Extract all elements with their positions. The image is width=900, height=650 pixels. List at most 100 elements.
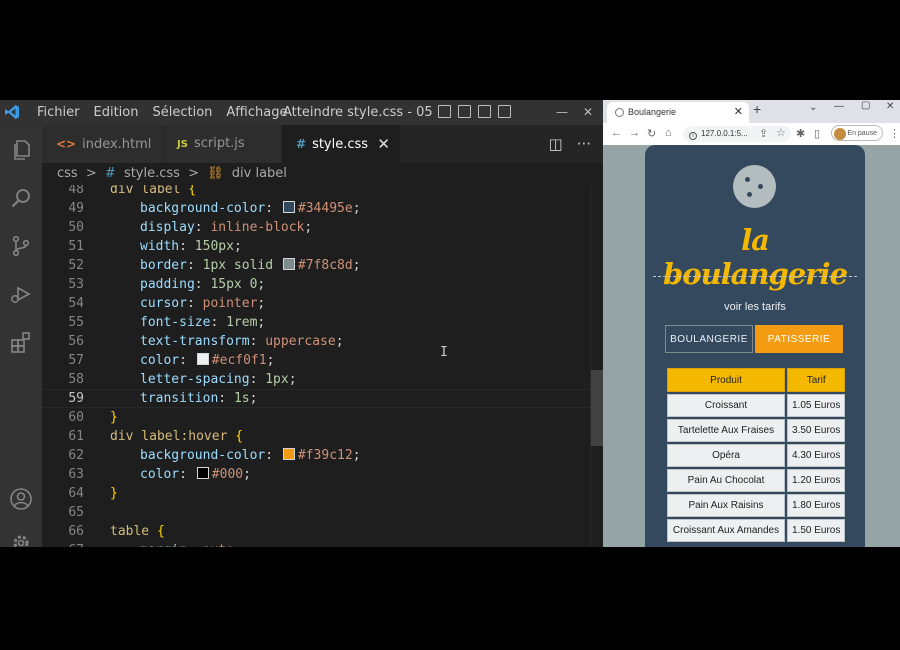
tab-search-icon[interactable]: ⌄ bbox=[809, 102, 817, 113]
code-text: letter-spacing: 1px; bbox=[140, 372, 297, 387]
source-control-icon[interactable] bbox=[0, 226, 42, 266]
accounts-icon[interactable] bbox=[0, 479, 42, 519]
tab-label: index.html bbox=[82, 137, 152, 152]
layout-controls bbox=[438, 105, 511, 118]
code-line[interactable]: 56 text-transform: uppercase; bbox=[42, 332, 590, 351]
code-line[interactable]: 57 color: #ecf0f1; bbox=[42, 351, 590, 370]
color-swatch[interactable] bbox=[282, 201, 295, 213]
minimize-icon[interactable]: — bbox=[550, 100, 574, 125]
code-line[interactable]: 60} bbox=[42, 408, 590, 427]
extensions-puzzle-icon[interactable]: ✱ bbox=[796, 127, 805, 140]
toggle-panel-icon[interactable] bbox=[458, 105, 471, 118]
code-line[interactable]: 67 margin: auto; bbox=[42, 541, 590, 547]
code-text: font-size: 1rem; bbox=[140, 315, 266, 330]
breadcrumb-symbol[interactable]: div label bbox=[232, 166, 287, 181]
close-tab-icon[interactable]: ✕ bbox=[377, 125, 390, 163]
search-icon[interactable] bbox=[0, 178, 42, 218]
code-line[interactable]: 64} bbox=[42, 484, 590, 503]
editor-scrollbar[interactable] bbox=[590, 185, 603, 547]
code-line[interactable]: 55 font-size: 1rem; bbox=[42, 313, 590, 332]
color-swatch[interactable] bbox=[282, 258, 295, 270]
split-editor-icon[interactable]: ◫ bbox=[549, 135, 563, 153]
code-line[interactable]: 59 transition: 1s; bbox=[42, 389, 590, 408]
more-actions-icon[interactable]: ··· bbox=[577, 135, 591, 153]
close-window-icon[interactable]: ✕ bbox=[886, 101, 894, 112]
line-number: 60 bbox=[68, 410, 84, 425]
color-swatch[interactable] bbox=[196, 353, 209, 365]
product-cell: Croissant bbox=[667, 394, 785, 417]
breadcrumb-folder[interactable]: css bbox=[57, 166, 78, 181]
tab-style-css[interactable]: # style.css ✕ bbox=[282, 125, 400, 163]
toggle-secondary-sidebar-icon[interactable] bbox=[478, 105, 491, 118]
line-number: 49 bbox=[68, 201, 84, 216]
profile-button[interactable]: En pause bbox=[831, 125, 883, 141]
menu-fichier[interactable]: Fichier bbox=[30, 100, 87, 125]
header-tarif: Tarif bbox=[787, 368, 846, 392]
settings-gear-icon[interactable] bbox=[0, 523, 42, 547]
share-icon[interactable]: ⇪ bbox=[759, 127, 768, 140]
side-panel-icon[interactable]: ▯ bbox=[814, 127, 820, 140]
customize-layout-icon[interactable] bbox=[498, 105, 511, 118]
browser-tab[interactable]: Boulangerie ✕ bbox=[607, 102, 749, 123]
site-info-icon[interactable]: i bbox=[689, 132, 697, 140]
patisserie-button[interactable]: PATISSERIE bbox=[755, 325, 843, 353]
forward-icon[interactable]: → bbox=[629, 127, 640, 139]
menu-edition[interactable]: Edition bbox=[87, 100, 146, 125]
tab-script-js[interactable]: JS script.js bbox=[165, 125, 281, 163]
tab-index-html[interactable]: <> index.html bbox=[42, 125, 164, 163]
color-swatch[interactable] bbox=[196, 467, 209, 479]
code-line[interactable]: 66 table { bbox=[42, 522, 590, 541]
code-line[interactable]: 61 div label:hover { bbox=[42, 427, 590, 446]
menu-selection[interactable]: Sélection bbox=[145, 100, 219, 125]
code-line[interactable]: 58 letter-spacing: 1px; bbox=[42, 370, 590, 389]
js-file-icon: JS bbox=[177, 139, 188, 150]
code-editor[interactable]: 48 div label {49 background-color: #34495e… bbox=[42, 185, 590, 547]
menu-bar: Fichier Edition Sélection Affichage bbox=[30, 100, 294, 125]
close-tab-icon[interactable]: ✕ bbox=[734, 102, 743, 123]
line-number: 64 bbox=[68, 486, 84, 501]
line-number: 61 bbox=[68, 429, 84, 444]
minimize-icon[interactable]: — bbox=[834, 101, 844, 112]
voir-tarifs-link[interactable]: voir les tarifs bbox=[645, 301, 865, 313]
close-window-icon[interactable]: ✕ bbox=[576, 100, 600, 125]
code-line[interactable]: 49 background-color: #34495e; bbox=[42, 199, 590, 218]
scrollbar-thumb[interactable] bbox=[591, 370, 603, 446]
code-line[interactable]: 63 color: #000; bbox=[42, 465, 590, 484]
css-file-icon: # bbox=[104, 166, 116, 181]
code-line[interactable]: 48 div label { bbox=[42, 185, 590, 199]
browser-menu-icon[interactable]: ⋮ bbox=[889, 127, 900, 140]
run-debug-icon[interactable] bbox=[0, 274, 42, 314]
price-cell: 1.80 Euros bbox=[787, 494, 846, 517]
window-title: Atteindre style.css - 05 - Vis... bbox=[283, 105, 433, 120]
reload-icon[interactable]: ↻ bbox=[647, 127, 656, 140]
color-swatch[interactable] bbox=[282, 448, 295, 460]
boulangerie-button[interactable]: BOULANGERIE bbox=[665, 325, 753, 353]
code-line[interactable]: 65 bbox=[42, 503, 590, 522]
toggle-primary-sidebar-icon[interactable] bbox=[438, 105, 451, 118]
product-cell: Opéra bbox=[667, 444, 785, 467]
line-number: 59 bbox=[68, 391, 84, 406]
line-number: 57 bbox=[68, 353, 84, 368]
code-line[interactable]: 54 cursor: pointer; bbox=[42, 294, 590, 313]
code-line[interactable]: 51 width: 150px; bbox=[42, 237, 590, 256]
maximize-icon[interactable]: ▢ bbox=[861, 100, 870, 111]
table-row: Pain Aux Raisins 1.80 Euros bbox=[667, 494, 846, 517]
address-bar[interactable]: i 127.0.0.1:5... bbox=[683, 126, 791, 142]
code-line[interactable]: 53 padding: 15px 0; bbox=[42, 275, 590, 294]
explorer-icon[interactable] bbox=[0, 130, 42, 170]
code-line[interactable]: 62 background-color: #f39c12; bbox=[42, 446, 590, 465]
breadcrumb-file[interactable]: style.css bbox=[124, 166, 180, 181]
tab-label: script.js bbox=[193, 136, 245, 151]
code-line[interactable]: 52 border: 1px solid #7f8c8d; bbox=[42, 256, 590, 275]
new-tab-icon[interactable]: + bbox=[753, 101, 761, 117]
extensions-icon[interactable] bbox=[0, 322, 42, 362]
code-text: } bbox=[110, 410, 118, 425]
page-title: la boulangerie bbox=[662, 223, 848, 291]
product-cell: Tartelette Aux Fraises bbox=[667, 419, 785, 442]
bookmark-star-icon[interactable]: ☆ bbox=[776, 126, 786, 139]
home-icon[interactable]: ⌂ bbox=[665, 127, 672, 139]
line-number: 55 bbox=[68, 315, 84, 330]
code-line[interactable]: 50 display: inline-block; bbox=[42, 218, 590, 237]
back-icon[interactable]: ← bbox=[611, 127, 622, 139]
product-cell: Pain Aux Raisins bbox=[667, 494, 785, 517]
